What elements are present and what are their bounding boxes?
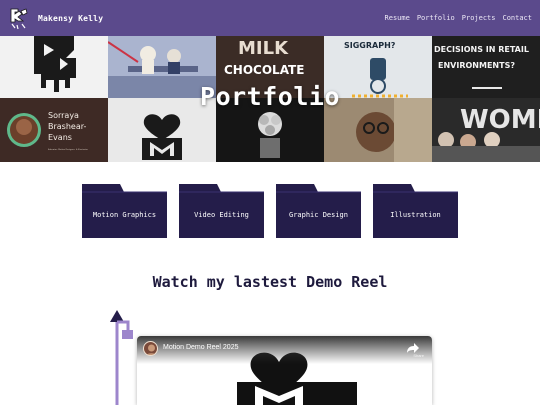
folder-video-editing[interactable]: Video Editing — [179, 182, 264, 238]
folder-label: Illustration — [390, 211, 441, 219]
tile-text-chocolate: CHOCOLATE — [224, 63, 304, 77]
folder-illustration[interactable]: Illustration — [373, 182, 458, 238]
folder-icon — [373, 184, 458, 238]
folder-icon — [276, 184, 361, 238]
folder-icon — [82, 184, 167, 238]
tile-text-name-2: Brashear- — [48, 122, 87, 131]
nav-link-resume[interactable]: Resume — [385, 14, 410, 22]
tile-text-name-1: Sorraya — [48, 111, 79, 120]
top-nav: Makensy Kelly Resume Portfolio Projects … — [0, 0, 540, 36]
category-folders: Motion Graphics Video Editing Graphic De… — [82, 182, 462, 240]
folder-graphic-design[interactable]: Graphic Design — [276, 182, 361, 238]
folder-label: Video Editing — [194, 211, 249, 219]
tile-text-milk: MILK — [238, 38, 289, 59]
brand-name[interactable]: Makensy Kelly — [38, 14, 103, 23]
tile-text-retail-2: ENVIRONMENTS? — [438, 61, 515, 70]
folder-icon — [179, 184, 264, 238]
tile-text-retail-1: DECISIONS IN RETAIL — [434, 45, 529, 54]
share-icon[interactable] — [406, 340, 420, 354]
folder-label: Graphic Design — [288, 211, 348, 219]
tile-text-name-3: Evans — [48, 133, 72, 142]
hero-title: Portfolio — [200, 82, 340, 111]
folder-motion-graphics[interactable]: Motion Graphics — [82, 182, 167, 238]
tile-text-caption: Educator, Motion Designer, & Illustrator — [48, 148, 88, 151]
tile-text-siggraph: SIGGRAPH? — [344, 41, 396, 50]
video-title[interactable]: Motion Demo Reel 2025 — [163, 344, 239, 351]
folder-label: Motion Graphics — [92, 211, 157, 219]
mk-logo-icon[interactable] — [6, 5, 32, 31]
hero-collage: MILK CHOCOLATE SIGGRAPH? DECISIONS IN RE… — [0, 36, 540, 162]
nav-links: Resume Portfolio Projects Contact — [385, 0, 532, 36]
demo-heading: Watch my lastest Demo Reel — [152, 273, 388, 291]
nav-link-portfolio[interactable]: Portfolio — [417, 14, 455, 22]
share-label[interactable]: Share — [413, 353, 424, 358]
demo-reel-video[interactable]: Motion Demo Reel 2025 Share — [137, 336, 432, 405]
timeline-decoration — [108, 310, 138, 405]
nav-link-contact[interactable]: Contact — [502, 14, 532, 22]
nav-link-projects[interactable]: Projects — [462, 14, 496, 22]
channel-avatar[interactable] — [143, 341, 158, 356]
